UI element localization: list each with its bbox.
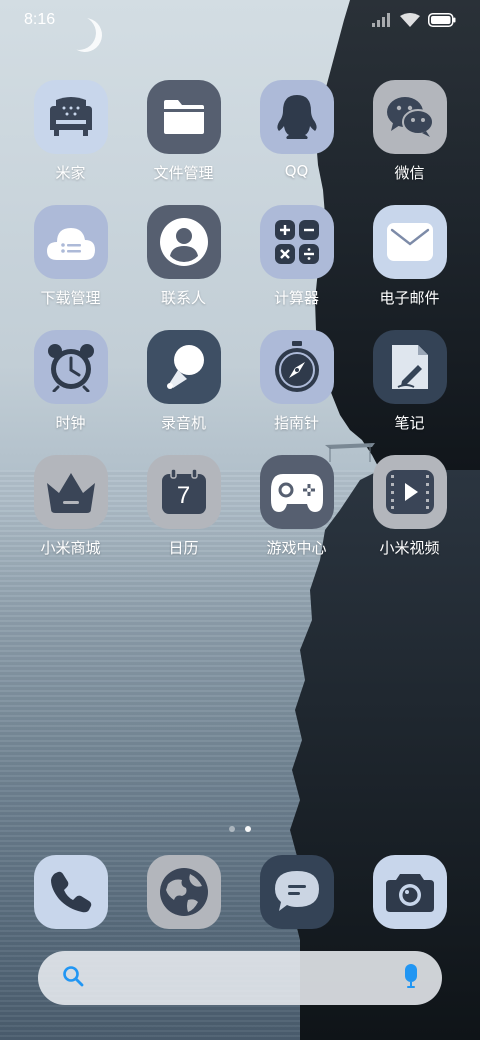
app-compass[interactable]: 指南针 bbox=[240, 330, 353, 440]
app-label: 游戏中心 bbox=[266, 539, 327, 557]
app-label: 电子邮件 bbox=[379, 289, 440, 307]
app-calculator[interactable]: 计算器 bbox=[240, 205, 353, 315]
dock-browser[interactable] bbox=[127, 855, 240, 931]
app-label: 计算器 bbox=[273, 289, 319, 307]
gamepad-icon bbox=[259, 455, 334, 529]
app-label: 文件管理 bbox=[153, 164, 214, 182]
page-dot[interactable] bbox=[229, 826, 235, 832]
calendar-icon: 7 bbox=[146, 455, 221, 529]
search-icon[interactable] bbox=[62, 965, 84, 992]
shop-basket-icon bbox=[33, 455, 108, 529]
search-bar[interactable] bbox=[38, 951, 442, 1005]
app-download-manager[interactable]: 下载管理 bbox=[14, 205, 127, 315]
search-input[interactable] bbox=[98, 963, 390, 993]
page-indicator bbox=[0, 826, 480, 832]
app-label: 联系人 bbox=[160, 289, 206, 307]
app-mi-video[interactable]: 小米视频 bbox=[353, 455, 466, 565]
battery-icon bbox=[428, 13, 456, 27]
app-wechat[interactable]: 微信 bbox=[353, 80, 466, 190]
app-game-center[interactable]: 游戏中心 bbox=[240, 455, 353, 565]
folder-icon bbox=[146, 80, 221, 154]
app-label: 下载管理 bbox=[40, 289, 101, 307]
app-file-manager[interactable]: 文件管理 bbox=[127, 80, 240, 190]
page-dot-active[interactable] bbox=[245, 826, 251, 832]
app-mi-store[interactable]: 小米商城 bbox=[14, 455, 127, 565]
app-clock[interactable]: 时钟 bbox=[14, 330, 127, 440]
compass-icon bbox=[259, 330, 334, 404]
app-recorder[interactable]: 录音机 bbox=[127, 330, 240, 440]
alarm-clock-icon bbox=[33, 330, 108, 404]
signal-icon bbox=[372, 13, 392, 27]
app-mijia[interactable]: 米家 bbox=[14, 80, 127, 190]
dock-phone[interactable] bbox=[14, 855, 127, 931]
globe-icon bbox=[146, 855, 221, 929]
chat-bubbles-icon bbox=[372, 80, 447, 154]
app-label: 小米视频 bbox=[379, 539, 440, 557]
status-time: 8:16 bbox=[24, 11, 56, 28]
person-icon bbox=[146, 205, 221, 279]
app-email[interactable]: 电子邮件 bbox=[353, 205, 466, 315]
camera-icon bbox=[372, 855, 447, 929]
video-play-icon bbox=[372, 455, 447, 529]
app-qq[interactable]: QQ bbox=[240, 80, 353, 190]
app-grid: 米家 文件管理 QQ 微信 下载管理 联系人 计算器 电子邮件 时钟 录音机 指… bbox=[0, 80, 480, 565]
app-label: 笔记 bbox=[394, 414, 425, 432]
envelope-icon bbox=[372, 205, 447, 279]
penguin-icon bbox=[259, 80, 334, 154]
armchair-icon bbox=[33, 80, 108, 154]
app-contacts[interactable]: 联系人 bbox=[127, 205, 240, 315]
microphone-icon bbox=[146, 330, 221, 404]
app-label: 米家 bbox=[55, 164, 86, 182]
voice-search-icon[interactable] bbox=[404, 963, 418, 993]
status-icons bbox=[372, 13, 456, 27]
calendar-date: 7 bbox=[176, 482, 191, 509]
message-bubble-icon bbox=[259, 855, 334, 929]
app-label: 日历 bbox=[168, 539, 199, 557]
note-pen-icon bbox=[372, 330, 447, 404]
app-label: 时钟 bbox=[55, 414, 86, 432]
app-label: 录音机 bbox=[160, 414, 206, 432]
phone-icon bbox=[33, 855, 108, 929]
calculator-icon bbox=[259, 205, 334, 279]
app-notes[interactable]: 笔记 bbox=[353, 330, 466, 440]
app-label: 小米商城 bbox=[40, 539, 101, 557]
app-calendar[interactable]: 7 日历 bbox=[127, 455, 240, 565]
cloud-list-icon bbox=[33, 205, 108, 279]
app-label: QQ bbox=[284, 162, 309, 180]
dock bbox=[0, 855, 480, 931]
status-bar: 8:16 bbox=[0, 0, 480, 40]
dock-messages[interactable] bbox=[240, 855, 353, 931]
dock-camera[interactable] bbox=[353, 855, 466, 931]
app-label: 微信 bbox=[394, 164, 425, 182]
wifi-icon bbox=[400, 13, 420, 27]
app-label: 指南针 bbox=[273, 414, 319, 432]
